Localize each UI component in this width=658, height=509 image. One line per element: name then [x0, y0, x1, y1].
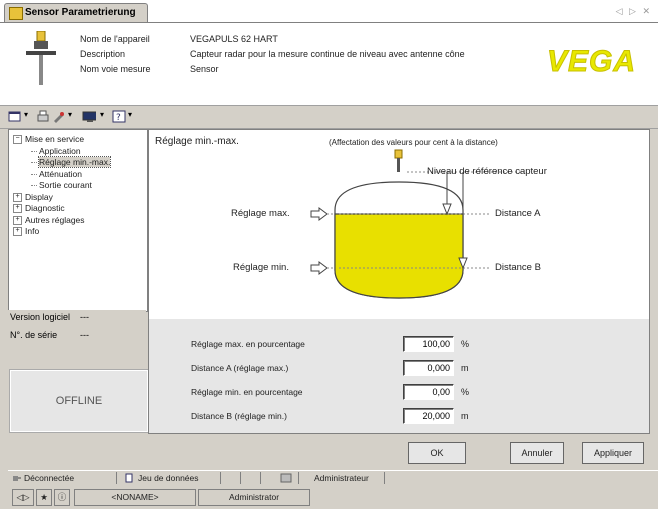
radar-sensor-icon: [26, 31, 56, 85]
min-percent-label: Réglage min. en pourcentage: [191, 387, 303, 397]
chevron-down-icon[interactable]: ▾: [100, 110, 104, 119]
channel-name-label: Nom voie mesure: [80, 64, 151, 74]
channel-name-value: Sensor: [190, 64, 219, 74]
tree-item-label: Sortie courant: [39, 180, 92, 190]
serial-number-label: N°. de série: [10, 330, 58, 340]
tree-item[interactable]: Application: [31, 146, 81, 156]
view-icon[interactable]: [8, 110, 22, 123]
max-adjust-label: Réglage max.: [231, 208, 290, 219]
device-name-value: VEGAPULS 62 HART: [190, 34, 278, 44]
description-label: Description: [80, 49, 126, 59]
tree-connector: [31, 162, 37, 164]
tree-item[interactable]: + Diagnostic: [13, 203, 65, 214]
tree-item-label: Info: [25, 226, 40, 236]
tree-item-label: Autres réglages: [25, 214, 85, 225]
tab-controls[interactable]: ◁ ▷ ✕: [616, 6, 652, 17]
distance-b-input[interactable]: 20,000: [403, 408, 454, 424]
tree-item-label: Mise en service: [25, 134, 85, 144]
navigation-tree: − Mise en service Application Réglage min.-…: [8, 129, 148, 312]
min-percent-unit: %: [461, 387, 470, 397]
device-header: Nom de l'appareil Description Nom voie m…: [0, 23, 658, 106]
apply-button[interactable]: Appliquer: [582, 442, 644, 464]
min-max-diagram-panel: Réglage min.-max. (Affectation des valeu…: [148, 129, 650, 321]
chevron-down-icon[interactable]: ▾: [68, 110, 72, 119]
max-percent-label: Réglage max. en pourcentage: [191, 339, 305, 349]
distance-b-field-label: Distance B (réglage min.): [191, 411, 287, 421]
distance-b-label: Distance B: [495, 262, 541, 273]
toolbar: ▾ ▾ ▾ ? ▾: [0, 106, 658, 129]
expand-icon[interactable]: +: [13, 204, 22, 214]
user-name-cell: Administrator: [198, 489, 310, 506]
bottom-bar: ◁▷ ★ ⓘ <NONAME> Administrator: [8, 487, 658, 507]
connection-status: Déconnectée: [24, 473, 75, 483]
tree-item-label: Diagnostic: [25, 203, 65, 213]
max-percent-unit: %: [461, 339, 470, 349]
tank-diagram: [310, 149, 521, 299]
ok-button[interactable]: OK: [408, 442, 466, 464]
expand-icon[interactable]: +: [13, 192, 22, 202]
reference-level-label: Niveau de référence capteur: [427, 166, 547, 177]
software-version-label: Version logiciel: [10, 312, 71, 322]
collapse-icon[interactable]: −: [13, 135, 22, 145]
adjustment-form: Réglage max. en pourcentage 100,00 % Dis…: [148, 319, 650, 434]
document-icon: [125, 473, 133, 483]
tree-item-label: Application: [39, 145, 81, 156]
software-version-value: ---: [80, 312, 89, 322]
tree-item[interactable]: Sortie courant: [31, 180, 92, 190]
tab-title: Sensor Parametrierung: [25, 7, 136, 18]
dataset-status: Jeu de données: [138, 473, 199, 483]
tree-item[interactable]: Atténuation: [31, 169, 82, 179]
vega-logo: VEGA: [546, 45, 636, 79]
tree-connector: [31, 173, 37, 175]
min-percent-input[interactable]: 0,00: [403, 384, 454, 400]
tank-fill: [334, 213, 464, 299]
sensor-icon: [9, 7, 23, 20]
connection-status-box: OFFLINE: [9, 369, 149, 433]
wrench-icon[interactable]: [52, 110, 66, 123]
expand-icon[interactable]: +: [13, 215, 22, 225]
cancel-button[interactable]: Annuler: [510, 442, 564, 464]
tab-bar: Sensor Parametrierung ◁ ▷ ✕: [0, 0, 658, 23]
monitor-icon[interactable]: [82, 110, 96, 123]
tree-item-label: Atténuation: [39, 168, 83, 179]
chevron-down-icon[interactable]: ▾: [24, 110, 28, 119]
svg-text:?: ?: [116, 113, 121, 123]
tree-item-label: Réglage min.-max.: [37, 156, 112, 168]
tab-sensor-parametrierung[interactable]: Sensor Parametrierung: [4, 3, 148, 22]
tree-item-label: Display: [25, 191, 53, 202]
user-icon: [280, 473, 292, 483]
distance-a-input[interactable]: 0,000: [403, 360, 454, 376]
star-icon[interactable]: ★: [36, 489, 52, 506]
help-icon[interactable]: ?: [112, 110, 126, 123]
arrow-right-icon: [310, 207, 328, 221]
tree-connector: [31, 150, 37, 152]
chevron-down-icon[interactable]: ▾: [128, 110, 132, 119]
tree-item[interactable]: Réglage min.-max.: [31, 156, 112, 168]
tree-item[interactable]: + Autres réglages: [13, 215, 85, 225]
expand-icon[interactable]: +: [13, 227, 22, 237]
distance-a-label: Distance A: [495, 208, 541, 219]
back-forward-icon[interactable]: ◁▷: [12, 489, 34, 506]
distance-b-unit: m: [461, 411, 469, 421]
serial-number-value: ---: [80, 330, 89, 340]
tree-item[interactable]: − Mise en service: [13, 134, 85, 145]
project-name-cell: <NONAME>: [74, 489, 196, 506]
user-status: Administrateur: [314, 473, 369, 483]
device-name-label: Nom de l'appareil: [80, 34, 150, 44]
description-value: Capteur radar pour la mesure continue de…: [190, 49, 465, 59]
distance-a-unit: m: [461, 363, 469, 373]
sensor-head-icon: [394, 149, 403, 159]
info-icon[interactable]: ⓘ: [54, 489, 70, 506]
max-percent-input[interactable]: 100,00: [403, 336, 454, 352]
tree-item[interactable]: + Info: [13, 226, 40, 237]
status-bar: Déconnectée Jeu de données Administrateu…: [8, 470, 658, 485]
tree-connector: [31, 185, 37, 187]
min-adjust-label: Réglage min.: [233, 262, 289, 273]
arrow-right-icon: [310, 261, 328, 275]
plug-icon: [13, 476, 21, 481]
tree-item[interactable]: + Display: [13, 192, 53, 202]
print-icon[interactable]: [36, 110, 50, 123]
distance-a-field-label: Distance A (réglage max.): [191, 363, 289, 373]
